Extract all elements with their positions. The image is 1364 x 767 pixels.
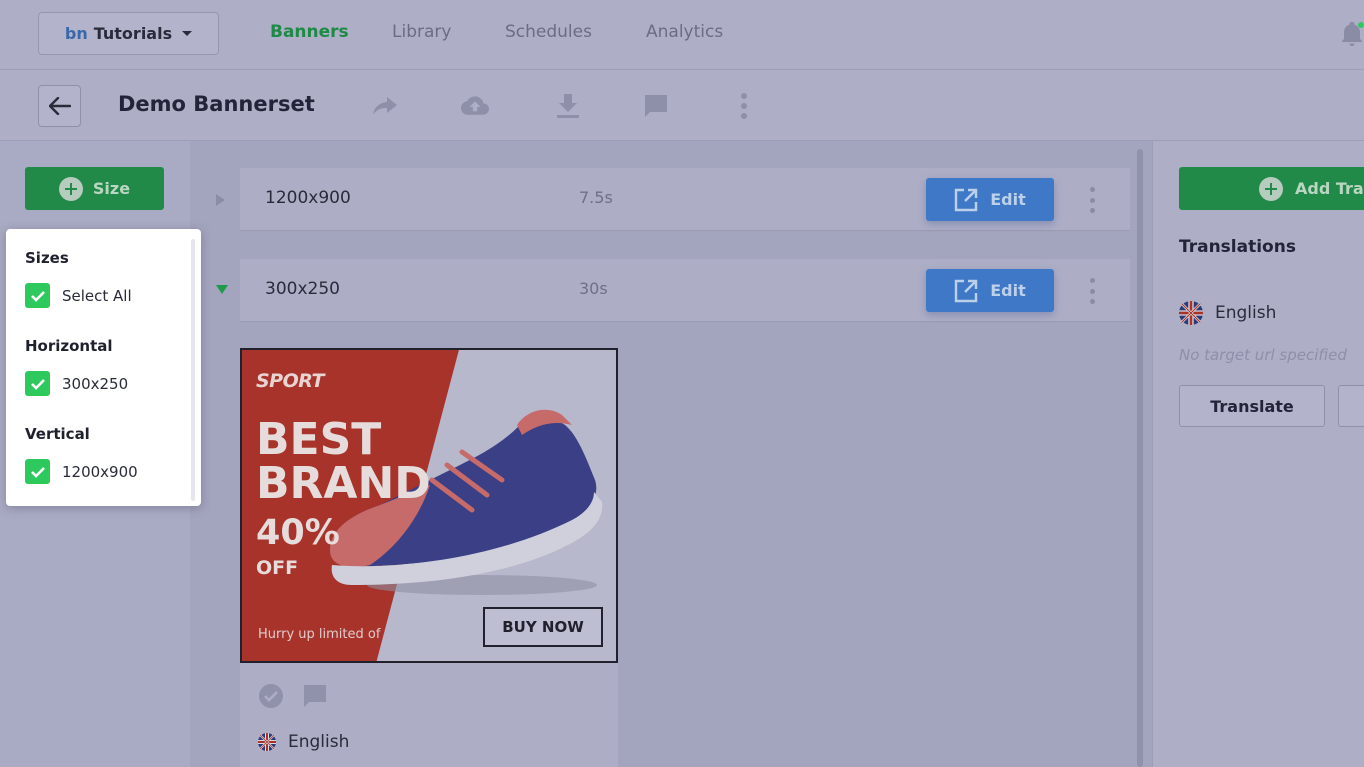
nav-analytics[interactable]: Analytics [646, 22, 723, 42]
translations-title: Translations [1179, 237, 1296, 257]
notification-bell-icon[interactable] [1340, 21, 1364, 48]
banner-buy-now: BUY NOW [483, 607, 603, 647]
sizes-heading: Sizes [25, 249, 69, 267]
size-checkbox-label: 1200x900 [62, 462, 138, 481]
more-vertical-icon[interactable] [730, 92, 758, 120]
banner-language: English [258, 732, 349, 752]
size-row-300x250[interactable]: 300x250 30s Edit [216, 259, 1130, 322]
banner-preview[interactable]: SPORT BEST BRAND 40% OFF Hurry up limite… [240, 348, 618, 663]
nav-library[interactable]: Library [392, 22, 451, 42]
add-translation-button[interactable]: Add Tra [1179, 167, 1364, 210]
nav-schedules[interactable]: Schedules [505, 22, 592, 42]
checkbox-checked-icon[interactable] [25, 283, 50, 308]
translation-language-label: English [1215, 303, 1277, 323]
share-icon[interactable] [371, 92, 399, 120]
size-row-1200x900[interactable]: 1200x900 7.5s Edit [216, 168, 1130, 231]
collapse-triangle-icon[interactable] [216, 285, 228, 294]
workspace-selector[interactable]: bn Tutorials [38, 12, 219, 55]
dropdown-scrollbar[interactable] [191, 239, 195, 501]
arrow-left-icon [48, 97, 71, 115]
checkbox-checked-icon[interactable] [25, 371, 50, 396]
back-button[interactable] [38, 85, 81, 127]
expand-triangle-icon[interactable] [216, 194, 225, 206]
banner-language-label: English [288, 732, 350, 752]
plus-circle-icon [1259, 176, 1283, 201]
add-size-button[interactable]: Size [25, 167, 164, 210]
horizontal-heading: Horizontal [25, 337, 113, 355]
size-filter-dropdown: Sizes Select All Horizontal 300x250 Vert… [6, 229, 201, 506]
row-duration: 7.5s [579, 188, 613, 207]
add-size-label: Size [92, 179, 131, 198]
comment-icon[interactable] [302, 683, 328, 713]
edit-label: Edit [990, 190, 1026, 209]
translate-button[interactable]: Translate [1179, 385, 1325, 427]
external-edit-icon [955, 279, 978, 302]
banner-list: 1200x900 7.5s Edit 300x250 30s Edit SPOR… [190, 141, 1152, 767]
top-navigation: bn Tutorials Banners Library Schedules A… [0, 0, 1364, 70]
row-more-icon[interactable] [1088, 187, 1096, 213]
secondary-translation-button[interactable] [1338, 385, 1364, 427]
external-edit-icon [955, 188, 978, 211]
vertical-heading: Vertical [25, 425, 90, 443]
edit-button[interactable]: Edit [926, 178, 1054, 221]
select-all-checkbox[interactable]: Select All [25, 283, 132, 308]
select-all-label: Select All [62, 286, 132, 305]
translation-language: English [1179, 301, 1276, 325]
edit-button[interactable]: Edit [926, 269, 1054, 312]
comment-icon[interactable] [642, 92, 670, 120]
banner-logo: SPORT [256, 370, 325, 392]
row-size-label: 300x250 [265, 279, 340, 299]
checkbox-checked-icon[interactable] [25, 459, 50, 484]
workspace-logo: bn [64, 24, 88, 43]
banner-footer: English [240, 663, 618, 767]
nav-banners[interactable]: Banners [270, 22, 349, 42]
row-duration: 30s [579, 279, 608, 298]
caret-down-icon [182, 31, 193, 36]
workspace-name: Tutorials [93, 24, 173, 43]
cloud-upload-icon[interactable] [461, 92, 489, 120]
size-checkbox-1200x900[interactable]: 1200x900 [25, 459, 138, 484]
banner-discount: 40% [256, 513, 340, 553]
banner-headline: BEST BRAND [256, 414, 431, 509]
banner-tagline: Hurry up limited of [258, 627, 381, 642]
edit-label: Edit [990, 281, 1026, 300]
plus-circle-icon [58, 176, 83, 201]
banner-off: OFF [256, 557, 299, 579]
bannerset-toolbar: Demo Bannerset [0, 70, 1364, 141]
add-translation-label: Add Tra [1295, 179, 1364, 198]
check-circle-icon[interactable] [258, 683, 284, 713]
size-checkbox-300x250[interactable]: 300x250 [25, 371, 128, 396]
row-size-label: 1200x900 [265, 188, 351, 208]
uk-flag-icon [1179, 301, 1203, 325]
row-more-icon[interactable] [1088, 278, 1096, 304]
download-icon[interactable] [554, 92, 582, 120]
size-checkbox-label: 300x250 [62, 374, 129, 393]
no-target-url-text: No target url specified [1179, 346, 1347, 364]
translations-panel: Add Tra Translations English No target u… [1152, 141, 1364, 767]
uk-flag-icon [258, 733, 276, 751]
main-scrollbar[interactable] [1137, 149, 1143, 767]
bannerset-title: Demo Bannerset [118, 92, 315, 116]
